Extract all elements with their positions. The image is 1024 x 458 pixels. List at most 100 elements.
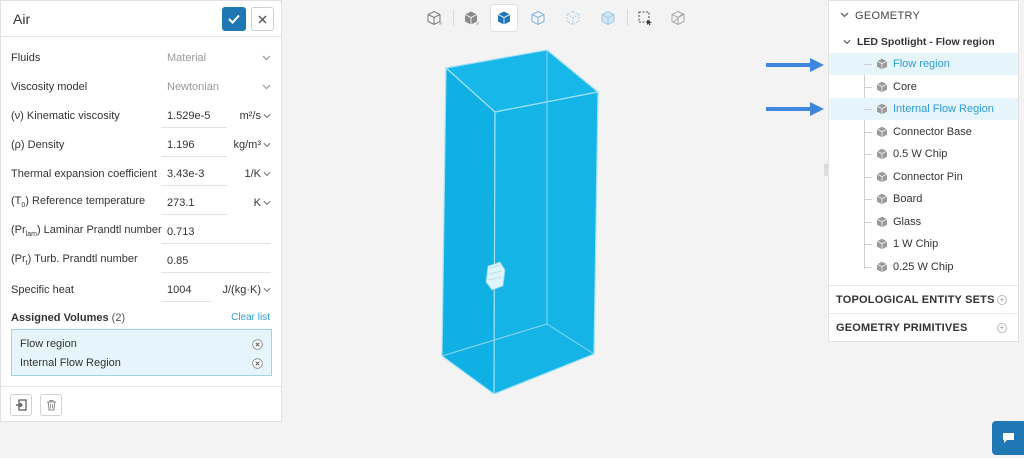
surface-view-icon [464, 11, 479, 25]
geometry-header-label: GEOMETRY [855, 10, 921, 22]
tree-item-label: 1 W Chip [893, 238, 939, 250]
turbulent-prandtl-input[interactable]: 0.85 [167, 255, 188, 267]
fluids-label: Fluids [11, 51, 41, 64]
assigned-volumes-title: Assigned Volumes (2) [11, 312, 126, 324]
remove-circle-icon[interactable] [252, 358, 263, 369]
chevron-down-icon [263, 113, 271, 118]
tree-item[interactable]: 0.25 W Chip [829, 256, 1018, 278]
kinematic-viscosity-input[interactable]: 1.529e-5 [167, 110, 210, 122]
tree-root-node[interactable]: LED Spotlight - Flow region [843, 36, 995, 48]
assign-selection-button[interactable] [10, 394, 32, 416]
thermal-expansion-input[interactable]: 3.43e-3 [167, 168, 204, 180]
arrow-right-icon [766, 102, 824, 116]
fluids-select[interactable]: Fluids Material [1, 43, 283, 72]
kinematic-viscosity-row: (ν) Kinematic viscosity 1.529e-5 m²/s [1, 101, 283, 130]
geometry-viewport[interactable] [430, 42, 610, 394]
tree-item-label: Core [893, 80, 917, 93]
geometry-section-header[interactable]: GEOMETRY [829, 1, 1018, 31]
points-cube-button[interactable] [559, 4, 587, 32]
tree-item[interactable]: Glass [829, 211, 1018, 233]
panel-title: Air [13, 10, 31, 27]
tree-item-label: Glass [893, 215, 922, 228]
laminar-prandtl-input[interactable]: 0.713 [167, 226, 195, 238]
tree-item[interactable]: 0.5 W Chip [829, 143, 1018, 165]
reference-temperature-label: (T0) Reference temperature [11, 195, 146, 210]
assigned-volumes-list: Flow region Internal Flow Region [11, 329, 272, 376]
chevron-down-icon [263, 287, 271, 292]
remove-circle-icon[interactable] [252, 339, 263, 350]
assigned-item-flow-region: Flow region [20, 338, 77, 350]
topological-entity-sets-section[interactable]: TOPOLOGICAL ENTITY SETS + [829, 285, 1018, 313]
led-component-icon [485, 261, 506, 291]
fluids-value: Material [167, 51, 207, 64]
tree-item[interactable]: Board [829, 188, 1018, 210]
laminar-prandtl-label: (Prlam) Laminar Prandtl number [11, 224, 162, 239]
chevron-down-icon [263, 142, 271, 147]
cube-icon [876, 58, 888, 70]
tree-item[interactable]: Internal Flow Region [829, 98, 1018, 120]
close-icon [258, 15, 267, 23]
import-selection-icon [16, 399, 27, 411]
tree-item[interactable]: Core [829, 76, 1018, 98]
confirm-button[interactable] [222, 7, 246, 31]
wireframe-cube-button[interactable] [524, 4, 552, 32]
tree-item[interactable]: Connector Base [829, 121, 1018, 143]
box-select-button[interactable] [631, 4, 659, 32]
clear-list-link[interactable]: Clear list [231, 312, 270, 323]
tree-item-label: Connector Pin [893, 170, 963, 183]
chevron-down-icon [262, 84, 271, 89]
flow-region-volume[interactable] [441, 49, 600, 394]
add-circle-icon[interactable]: + [997, 295, 1007, 305]
tree-item[interactable]: 1 W Chip [829, 233, 1018, 255]
delete-button[interactable] [40, 394, 62, 416]
assigned-item-internal-flow-region: Internal Flow Region [20, 357, 121, 369]
chat-button[interactable] [992, 421, 1024, 455]
viscosity-model-label: Viscosity model [11, 80, 88, 93]
density-label: (ρ) Density [11, 138, 65, 151]
selected-cube-icon [497, 11, 511, 25]
specific-heat-input[interactable]: 1004 [167, 284, 191, 296]
solid-view-icon [427, 10, 442, 26]
add-circle-icon[interactable]: + [997, 323, 1007, 333]
thermal-expansion-unit[interactable]: 1/K [244, 168, 271, 180]
solid-view-button[interactable] [420, 4, 448, 32]
kinematic-viscosity-unit[interactable]: m²/s [240, 110, 271, 122]
tree-item[interactable]: Flow region [829, 53, 1018, 75]
chevron-down-icon [262, 55, 271, 60]
chat-bubble-icon [1002, 433, 1014, 443]
specific-heat-unit[interactable]: J/(kg·K) [223, 284, 272, 296]
geometry-primitives-section[interactable]: GEOMETRY PRIMITIVES + [829, 313, 1018, 341]
viscosity-model-value: Newtonian [167, 80, 219, 93]
transparent-cube-button[interactable] [594, 4, 622, 32]
hide-cube-icon [671, 10, 685, 26]
cube-icon [876, 171, 888, 182]
cube-icon [876, 238, 888, 250]
selected-cube-button[interactable] [490, 4, 518, 32]
close-button[interactable] [251, 7, 274, 31]
trash-icon [46, 400, 56, 411]
cube-icon [876, 261, 888, 272]
density-input[interactable]: 1.196 [167, 139, 195, 151]
wireframe-cube-icon [531, 10, 545, 26]
thermal-expansion-label: Thermal expansion coefficient [11, 167, 157, 180]
reference-temperature-row: (T0) Reference temperature 273.1 K [1, 188, 283, 217]
density-unit[interactable]: kg/m³ [234, 139, 272, 151]
viscosity-model-select[interactable]: Viscosity model Newtonian [1, 72, 283, 101]
panel-footer [1, 386, 283, 422]
tree-item[interactable]: Connector Pin [829, 166, 1018, 188]
chevron-down-icon [263, 171, 271, 176]
checkmark-icon [228, 14, 240, 24]
density-row: (ρ) Density 1.196 kg/m³ [1, 130, 283, 159]
reference-temperature-unit[interactable]: K [254, 197, 271, 209]
transparent-cube-icon [601, 10, 615, 26]
tree-item-label: 0.5 W Chip [893, 148, 948, 160]
turbulent-prandtl-label: (Prt) Turb. Prandtl number [11, 253, 138, 268]
tree-root-label: LED Spotlight - Flow region [857, 36, 995, 48]
hide-cube-button[interactable] [664, 4, 692, 32]
box-select-icon [638, 11, 652, 26]
chevron-down-icon [840, 12, 849, 18]
panel-header: Air [1, 1, 281, 37]
surface-view-button[interactable] [457, 4, 485, 32]
turbulent-prandtl-row: (Prt) Turb. Prandtl number 0.85 [1, 246, 283, 275]
reference-temperature-input[interactable]: 273.1 [167, 197, 195, 209]
